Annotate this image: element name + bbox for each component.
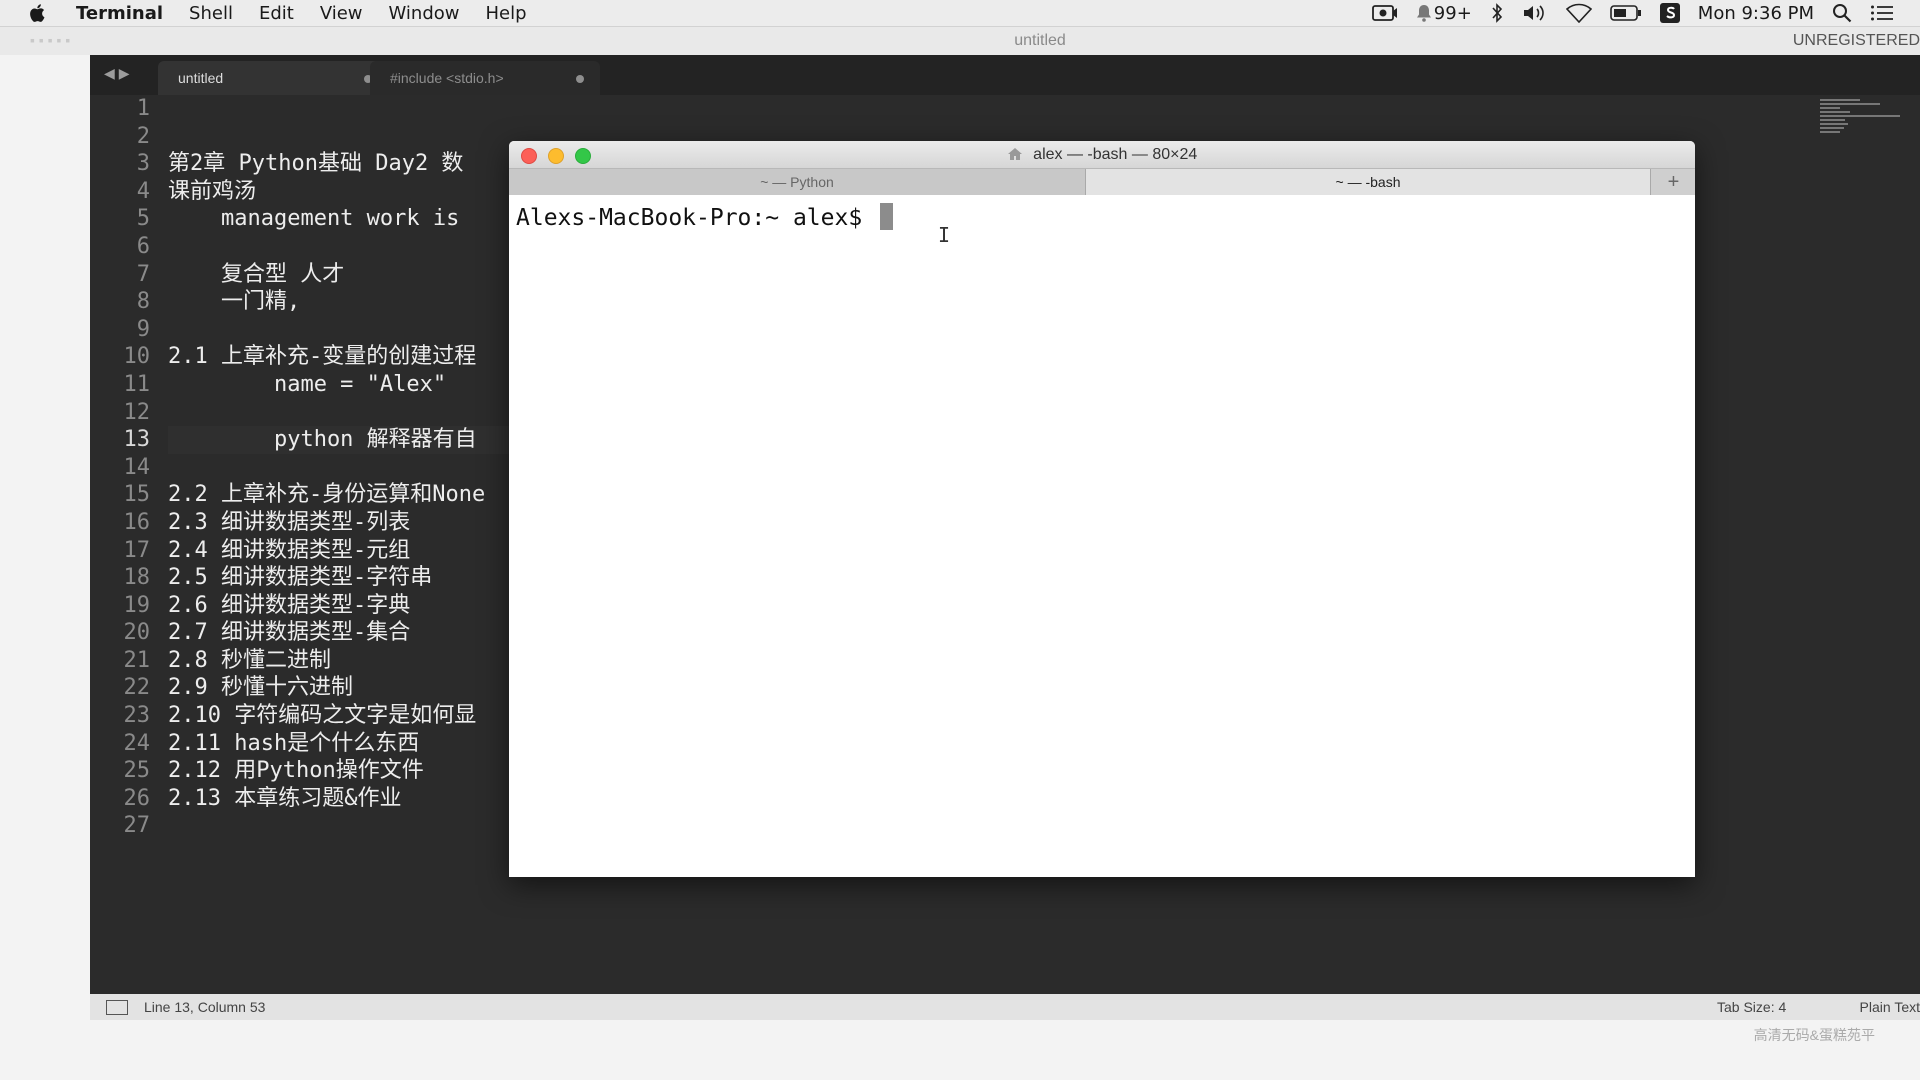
editor-window-title: untitled [1014,32,1066,49]
line-number: 7 [136,261,150,287]
volume-icon[interactable] [1522,3,1548,23]
line-number: 3 [136,151,150,177]
line-number: 1 [136,96,150,121]
camera-icon[interactable] [1371,4,1398,22]
shell-prompt[interactable]: Alexs-MacBook-Pro:~ alex$ [516,203,894,231]
tab-label: #include <stdio.h> [390,70,504,86]
prompt-text: Alexs-MacBook-Pro:~ alex$ [516,205,877,231]
terminal-tab-python[interactable]: ~ — Python [509,169,1086,195]
battery-icon[interactable] [1609,4,1642,22]
menu-view[interactable]: View [320,3,363,24]
tab-navigation-icon[interactable]: ◀▶ [104,65,134,82]
editor-status-bar: Line 13, Column 53 Tab Size: 4 Plain Tex… [90,994,1920,1020]
search-icon[interactable] [1832,3,1852,23]
editor-title-bar: ▪ ▪ ▪ ▪ ▪ untitled UNREGISTERED [0,27,1920,55]
line-number: 9 [136,316,150,342]
minimap[interactable] [1820,97,1920,167]
line-number: 2 [136,123,150,149]
syntax-selector[interactable]: Plain Text [1860,999,1920,1015]
line-number: 23 [123,703,151,729]
line-number: 10 [123,344,151,370]
panel-toggle-icon[interactable] [106,1000,128,1015]
menu-help[interactable]: Help [486,3,527,24]
line-number: 27 [123,813,151,839]
terminal-tab-bash[interactable]: ~ — -bash [1086,169,1650,195]
line-number: 18 [123,565,151,591]
list-icon[interactable] [1870,4,1894,22]
line-number: 5 [136,206,150,232]
editor-tab-untitled[interactable]: untitled [158,61,388,95]
line-number: 19 [123,592,151,618]
text-cursor [880,203,894,230]
menu-shell[interactable]: Shell [189,3,233,24]
new-tab-button[interactable]: + [1650,169,1695,195]
terminal-tab-bar: ~ — Python ~ — -bash + [509,168,1695,196]
line-number: 12 [123,399,151,425]
terminal-title: alex — -bash — 80×24 [1033,146,1198,163]
tab-size-selector[interactable]: Tab Size: 4 [1717,999,1786,1015]
license-label: UNREGISTERED [1792,32,1920,49]
notification-count: 99+ [1433,2,1472,24]
clock[interactable]: Mon 9:36 PM [1698,3,1814,24]
terminal-body[interactable]: Alexs-MacBook-Pro:~ alex$ I [509,195,1695,877]
menu-window[interactable]: Window [389,3,460,24]
line-number: 15 [123,482,151,508]
line-number: 4 [136,178,150,204]
editor-tab-strip: ◀▶ untitled #include <stdio.h> [90,55,1920,95]
line-number-gutter: 1 2 3 4 5 6 7 8 9 10 11 12 13 14 15 16 1… [90,95,151,840]
terminal-window: alex — -bash — 80×24 ~ — Python ~ — -bas… [509,141,1695,877]
tab-label: untitled [178,70,224,86]
sogou-icon[interactable] [1659,3,1680,23]
apple-icon[interactable] [26,2,50,24]
zoom-button[interactable] [575,148,591,164]
editor-tab-include[interactable]: #include <stdio.h> [370,61,600,95]
line-number: 22 [123,675,151,701]
cursor-position: Line 13, Column 53 [144,999,266,1015]
menu-bar: Terminal Shell Edit View Window Help 99+… [0,0,1920,27]
menu-app-name[interactable]: Terminal [76,3,163,24]
code-line[interactable] [168,95,1668,123]
minimize-button[interactable] [548,148,564,164]
line-number: 17 [123,537,151,563]
bluetooth-icon[interactable] [1490,3,1504,23]
notification-icon[interactable] [1416,4,1432,22]
line-number: 20 [123,620,151,646]
close-button[interactable] [521,148,537,164]
line-number: 11 [123,371,151,397]
window-controls [521,148,591,164]
line-number: 25 [123,758,151,784]
line-number: 8 [136,289,150,315]
terminal-title-bar[interactable]: alex — -bash — 80×24 [509,141,1695,168]
wifi-icon[interactable] [1565,3,1592,23]
line-number: 24 [123,730,151,756]
ibeam-cursor-icon: I [938,223,951,247]
unsaved-dot-icon[interactable] [576,75,584,83]
line-number: 16 [123,509,151,535]
menu-edit[interactable]: Edit [259,3,294,24]
video-watermark: 高清无码&蛋糕苑平 [1753,1027,1875,1043]
house-icon [1007,148,1022,160]
line-number: 14 [123,454,151,480]
line-number: 26 [123,785,151,811]
line-number: 21 [123,647,151,673]
line-number-current: 13 [123,427,151,453]
line-number: 6 [136,233,150,259]
